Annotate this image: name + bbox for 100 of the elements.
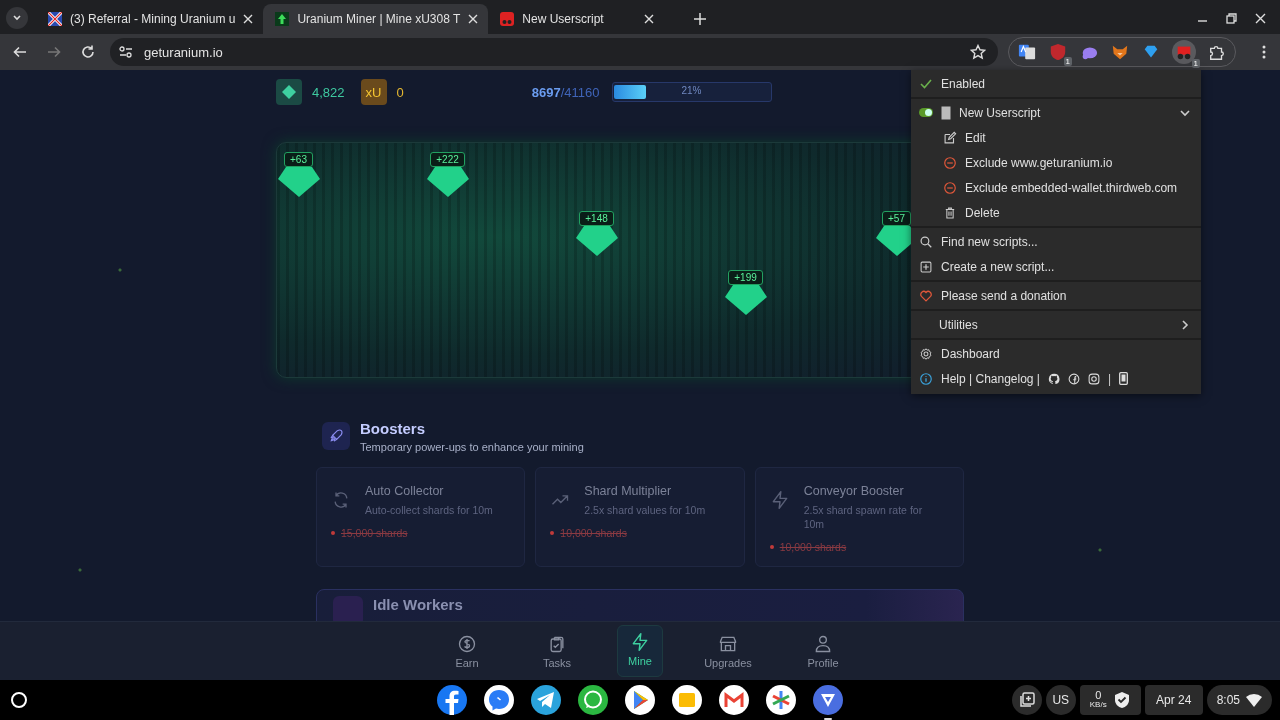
github-icon[interactable] — [1047, 372, 1060, 385]
nav-tab[interactable]: Profile — [793, 625, 853, 677]
reload-icon[interactable] — [80, 44, 96, 60]
site-settings-icon[interactable] — [118, 45, 134, 59]
status-dot — [331, 531, 335, 535]
diamond-icon — [282, 85, 296, 99]
gem-icon — [277, 167, 320, 197]
nav-tab[interactable]: Tasks — [527, 625, 587, 677]
booster-title: Shard Multiplier — [584, 484, 673, 498]
browser-tab[interactable]: New Userscript — [488, 4, 665, 34]
phone-icon[interactable] — [1119, 372, 1129, 385]
lightning-icon — [630, 632, 650, 652]
section-icon — [333, 596, 363, 621]
booster-card[interactable]: Conveyor Booster 2.5x shard spawn rate for 10m 10,000 shards — [754, 467, 964, 567]
puzzle-piece-icon[interactable] — [1208, 43, 1226, 61]
translate-icon[interactable] — [1018, 43, 1036, 61]
address-bar[interactable]: geturanium.io — [110, 38, 998, 66]
menu-item[interactable]: Exclude embedded-wallet.thirdweb.com — [911, 175, 1201, 200]
shield-check-icon — [1112, 691, 1131, 709]
booster-card[interactable]: Auto Collector Auto-collect shards for 10m 15,000 shards — [316, 467, 526, 567]
net-speed: 0 — [1095, 690, 1102, 700]
help-links[interactable]: Help | Changelog | — [941, 371, 1040, 386]
booster-description: 2.5x shard values for 10m — [584, 503, 707, 517]
date-button[interactable]: Apr 24 — [1144, 685, 1203, 715]
menu-item[interactable]: Dashboard — [911, 341, 1201, 366]
menu-item[interactable]: Please send a donation — [911, 283, 1201, 308]
facebook-icon[interactable] — [1067, 372, 1080, 385]
booster-title: Auto Collector — [365, 484, 445, 498]
plus-square-icon — [919, 259, 933, 274]
minus-circle-icon — [943, 180, 957, 195]
forward-icon[interactable] — [46, 44, 62, 60]
close-icon[interactable] — [644, 14, 655, 24]
network-status[interactable]: 0 KB/s — [1079, 685, 1141, 715]
facebook-icon[interactable] — [436, 684, 468, 716]
person-icon — [813, 633, 833, 654]
browser-tab[interactable]: Uranium Miner | Mine xU308 T — [263, 4, 489, 34]
shard-value: +148 — [579, 211, 614, 226]
status-dot — [550, 531, 555, 535]
folder-icon[interactable] — [671, 684, 703, 716]
menu-item[interactable]: New Userscript — [911, 100, 1201, 125]
section-title: Idle Workers — [373, 596, 463, 613]
back-icon[interactable] — [12, 44, 28, 60]
separator-text: | — [1107, 371, 1112, 386]
favicon-icon — [275, 12, 290, 26]
whatsapp-icon[interactable] — [577, 684, 609, 716]
token-count: 0 — [396, 84, 404, 100]
new-tab-icon[interactable] — [694, 13, 707, 25]
clipboard-button[interactable] — [1011, 685, 1042, 715]
menu-item[interactable]: Edit — [911, 125, 1201, 150]
nav-tab[interactable]: Upgrades — [693, 625, 763, 677]
status-area[interactable]: 8:05 — [1206, 685, 1272, 715]
telegram-icon[interactable] — [530, 684, 562, 716]
restore-icon[interactable] — [1226, 13, 1237, 24]
triangle-logo-icon[interactable] — [812, 684, 844, 716]
badge-count: 1 — [1191, 59, 1200, 68]
menu-item[interactable]: Delete — [911, 200, 1201, 225]
play-store-icon[interactable] — [624, 684, 656, 716]
dollar-icon — [457, 633, 477, 654]
nav-tab[interactable]: Earn — [437, 625, 497, 677]
menu-item[interactable]: Create a new script... — [911, 254, 1201, 279]
fox-icon[interactable] — [1111, 43, 1129, 61]
keyboard-layout-button[interactable]: US — [1045, 685, 1076, 715]
status-dot — [769, 545, 774, 549]
booster-price: 10,000 shards — [560, 527, 627, 539]
tab-search-button[interactable] — [6, 7, 28, 29]
document-icon — [941, 105, 951, 120]
pinwheel-icon[interactable] — [765, 684, 797, 716]
shard-count: 4,822 — [312, 84, 345, 100]
close-icon[interactable] — [243, 14, 254, 24]
favicon-icon — [500, 12, 515, 26]
close-icon[interactable] — [1255, 13, 1266, 24]
gem-icon — [426, 167, 469, 197]
instagram-icon[interactable] — [1087, 372, 1100, 385]
search-icon — [919, 234, 933, 249]
clipboard-icon — [1018, 692, 1035, 708]
browser-tab[interactable]: (3) Referral - Mining Uranium u — [36, 4, 264, 34]
booster-title: Conveyor Booster — [803, 484, 905, 498]
favicon-icon — [48, 12, 62, 26]
settings-icon — [919, 346, 933, 361]
mail-icon[interactable] — [718, 684, 750, 716]
shard-value: +57 — [882, 211, 911, 226]
edit-icon — [943, 130, 957, 145]
star-icon[interactable] — [970, 44, 986, 60]
menu-item[interactable]: Find new scripts... — [911, 229, 1201, 254]
progress-percent: 21% — [680, 85, 703, 96]
close-icon[interactable] — [468, 14, 479, 24]
booster-card[interactable]: Shard Multiplier 2.5x shard values for 10m 10,000 shards — [535, 467, 745, 567]
rocket-icon — [328, 428, 344, 444]
menu-item[interactable]: Exclude www.geturanium.io — [911, 150, 1201, 175]
heart-icon — [919, 288, 933, 303]
nav-tab[interactable]: Mine — [617, 625, 663, 677]
toggle-switch[interactable] — [919, 108, 933, 117]
gem-icon — [724, 285, 767, 315]
launcher-icon[interactable] — [10, 691, 28, 709]
messenger-icon[interactable] — [483, 684, 515, 716]
booster-description: Auto-collect shards for 10m — [365, 503, 494, 517]
shard-value: +63 — [284, 152, 313, 167]
menu-item[interactable]: Utilities — [911, 312, 1201, 337]
chevron-right-icon — [1179, 318, 1191, 331]
menu-item[interactable]: Enabled — [911, 71, 1201, 96]
